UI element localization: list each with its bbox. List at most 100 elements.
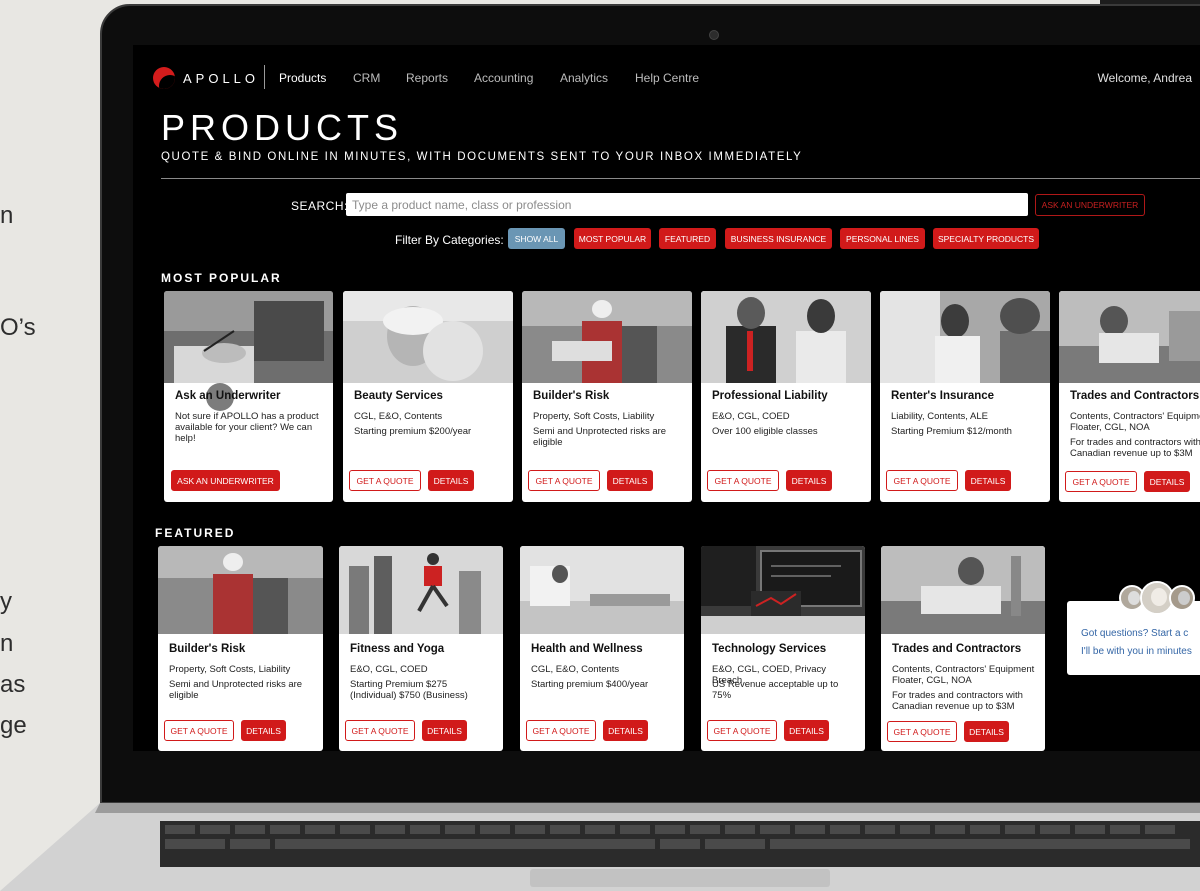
chat-avatar: [1169, 585, 1195, 611]
featured-card-trades-contractors[interactable]: Trades and Contractors Contents, Contrac…: [881, 546, 1045, 751]
section-most-popular: MOST POPULAR: [161, 271, 282, 285]
nav-accounting[interactable]: Accounting: [474, 71, 533, 85]
card-line: US Revenue acceptable up to 75%: [712, 679, 839, 701]
product-card-trades-contractors[interactable]: Trades and Contractors Contents, Contrac…: [1059, 291, 1200, 502]
card-title: Renter's Insurance: [891, 390, 995, 402]
get-quote-button[interactable]: GET A QUOTE: [526, 720, 596, 741]
card-line: E&O, CGL, COED: [350, 664, 428, 675]
card-line: Starting premium $200/year: [354, 426, 472, 437]
background-text-fragment: O’s: [0, 314, 36, 341]
card-image-trades-contractors: [1059, 291, 1200, 383]
get-quote-button[interactable]: GET A QUOTE: [164, 720, 234, 741]
card-image-trades-contractors: [881, 546, 1045, 634]
get-quote-button[interactable]: GET A QUOTE: [1065, 471, 1137, 492]
card-line: Liability, Contents, ALE: [891, 411, 988, 422]
filter-featured[interactable]: FEATURED: [659, 228, 716, 249]
product-card-beauty-services[interactable]: Beauty Services CGL, E&O, Contents Start…: [343, 291, 513, 502]
welcome-user[interactable]: Welcome, Andrea: [1098, 71, 1193, 85]
card-image-technology-services: [701, 546, 865, 634]
card-image-builders-risk: [158, 546, 323, 634]
page-title: PRODUCTS: [161, 107, 404, 148]
details-button[interactable]: DETAILS: [603, 720, 648, 741]
nav-divider: [264, 65, 265, 89]
get-quote-button[interactable]: GET A QUOTE: [528, 470, 600, 491]
app-screen: APOLLO Products CRM Reports Accounting A…: [133, 45, 1200, 751]
card-image-health-wellness: [520, 546, 684, 634]
card-image-ask-underwriter: [164, 291, 333, 383]
nav-help-centre[interactable]: Help Centre: [635, 71, 699, 85]
card-line: Semi and Unprotected risks are eligible: [533, 426, 667, 448]
filter-personal-lines[interactable]: PERSONAL LINES: [840, 228, 925, 249]
chat-prompt[interactable]: Got questions? Start a c: [1081, 628, 1188, 639]
nav-reports[interactable]: Reports: [406, 71, 448, 85]
nav-analytics[interactable]: Analytics: [560, 71, 608, 85]
details-button[interactable]: DETAILS: [422, 720, 467, 741]
ask-underwriter-button[interactable]: ASK AN UNDERWRITER: [1035, 194, 1145, 216]
filter-business-insurance[interactable]: BUSINESS INSURANCE: [725, 228, 832, 249]
details-button[interactable]: DETAILS: [964, 721, 1009, 742]
card-line: E&O, CGL, COED: [712, 411, 790, 422]
details-button[interactable]: DETAILS: [784, 720, 829, 741]
background-text-fragment: as: [0, 671, 26, 698]
details-button[interactable]: DETAILS: [428, 470, 474, 491]
details-button[interactable]: DETAILS: [1144, 471, 1190, 492]
apollo-logo-icon[interactable]: [153, 67, 175, 89]
card-image-professional-liability: [701, 291, 871, 383]
product-card-ask-underwriter[interactable]: Ask an Underwriter Not sure if APOLLO ha…: [164, 291, 333, 502]
filter-most-popular[interactable]: MOST POPULAR: [574, 228, 651, 249]
card-title: Technology Services: [712, 643, 827, 655]
card-title: Fitness and Yoga: [350, 643, 445, 655]
card-line: Property, Soft Costs, Liability: [169, 664, 291, 675]
details-button[interactable]: DETAILS: [786, 470, 832, 491]
laptop-corner: [1100, 0, 1200, 4]
featured-card-technology-services[interactable]: Technology Services E&O, CGL, COED, Priv…: [701, 546, 865, 751]
get-quote-button[interactable]: GET A QUOTE: [707, 470, 779, 491]
background-text-fragment: ge: [0, 712, 27, 739]
product-card-renters-insurance[interactable]: Renter's Insurance Liability, Contents, …: [880, 291, 1050, 502]
chat-widget[interactable]: Got questions? Start a c I'll be with yo…: [1067, 601, 1200, 675]
card-line: Semi and Unprotected risks are eligible: [169, 679, 303, 701]
get-quote-button[interactable]: GET A QUOTE: [349, 470, 421, 491]
get-quote-button[interactable]: GET A QUOTE: [345, 720, 415, 741]
nav-crm[interactable]: CRM: [353, 71, 380, 85]
details-button[interactable]: DETAILS: [607, 470, 653, 491]
card-line: For trades and contractors with Canadian…: [892, 690, 1023, 712]
card-title: Professional Liability: [712, 390, 828, 402]
laptop-keyboard: [0, 803, 1200, 891]
get-quote-button[interactable]: GET A QUOTE: [887, 721, 957, 742]
filter-show-all[interactable]: SHOW ALL: [508, 228, 565, 249]
details-button[interactable]: DETAILS: [241, 720, 286, 741]
nav-products[interactable]: Products: [279, 71, 326, 85]
filter-label: Filter By Categories:: [395, 233, 504, 247]
get-quote-button[interactable]: GET A QUOTE: [707, 720, 777, 741]
filter-specialty-products[interactable]: SPECIALTY PRODUCTS: [933, 228, 1039, 249]
background-text-fragment: n: [0, 630, 14, 657]
get-quote-button[interactable]: GET A QUOTE: [886, 470, 958, 491]
card-title: Beauty Services: [354, 390, 443, 402]
card-line: CGL, E&O, Contents: [531, 664, 620, 675]
card-line: Starting Premium $12/month: [891, 426, 1012, 437]
card-line: Over 100 eligible classes: [712, 426, 818, 437]
search-label: SEARCH:: [291, 199, 348, 213]
card-image-builders-risk: [522, 291, 692, 383]
product-card-builders-risk[interactable]: Builder's Risk Property, Soft Costs, Lia…: [522, 291, 692, 502]
card-title: Trades and Contractors: [892, 643, 1022, 655]
ask-underwriter-card-button[interactable]: ASK AN UNDERWRITER: [171, 470, 280, 491]
featured-card-health-wellness[interactable]: Health and Wellness CGL, E&O, Contents S…: [520, 546, 684, 751]
card-title: Ask an Underwriter: [175, 390, 281, 402]
card-line: Contents, Contractors' Equipment Floater…: [892, 664, 1035, 686]
product-card-professional-liability[interactable]: Professional Liability E&O, CGL, COED Ov…: [701, 291, 871, 502]
card-image-fitness-yoga: [339, 546, 503, 634]
card-line: Property, Soft Costs, Liability: [533, 411, 655, 422]
section-featured: FEATURED: [155, 526, 236, 540]
card-image-beauty: [343, 291, 513, 383]
details-button[interactable]: DETAILS: [965, 470, 1011, 491]
header-divider: [161, 178, 1200, 179]
card-line: For trades and contractors with Canadian…: [1070, 437, 1200, 459]
search-input[interactable]: [346, 193, 1028, 216]
card-line: Starting Premium $275 (Individual) $750 …: [350, 679, 468, 701]
logo-text[interactable]: APOLLO: [183, 71, 259, 86]
featured-card-builders-risk[interactable]: Builder's Risk Property, Soft Costs, Lia…: [158, 546, 323, 751]
featured-card-fitness-yoga[interactable]: Fitness and Yoga E&O, CGL, COED Starting…: [339, 546, 503, 751]
webcam-icon: [709, 30, 719, 40]
